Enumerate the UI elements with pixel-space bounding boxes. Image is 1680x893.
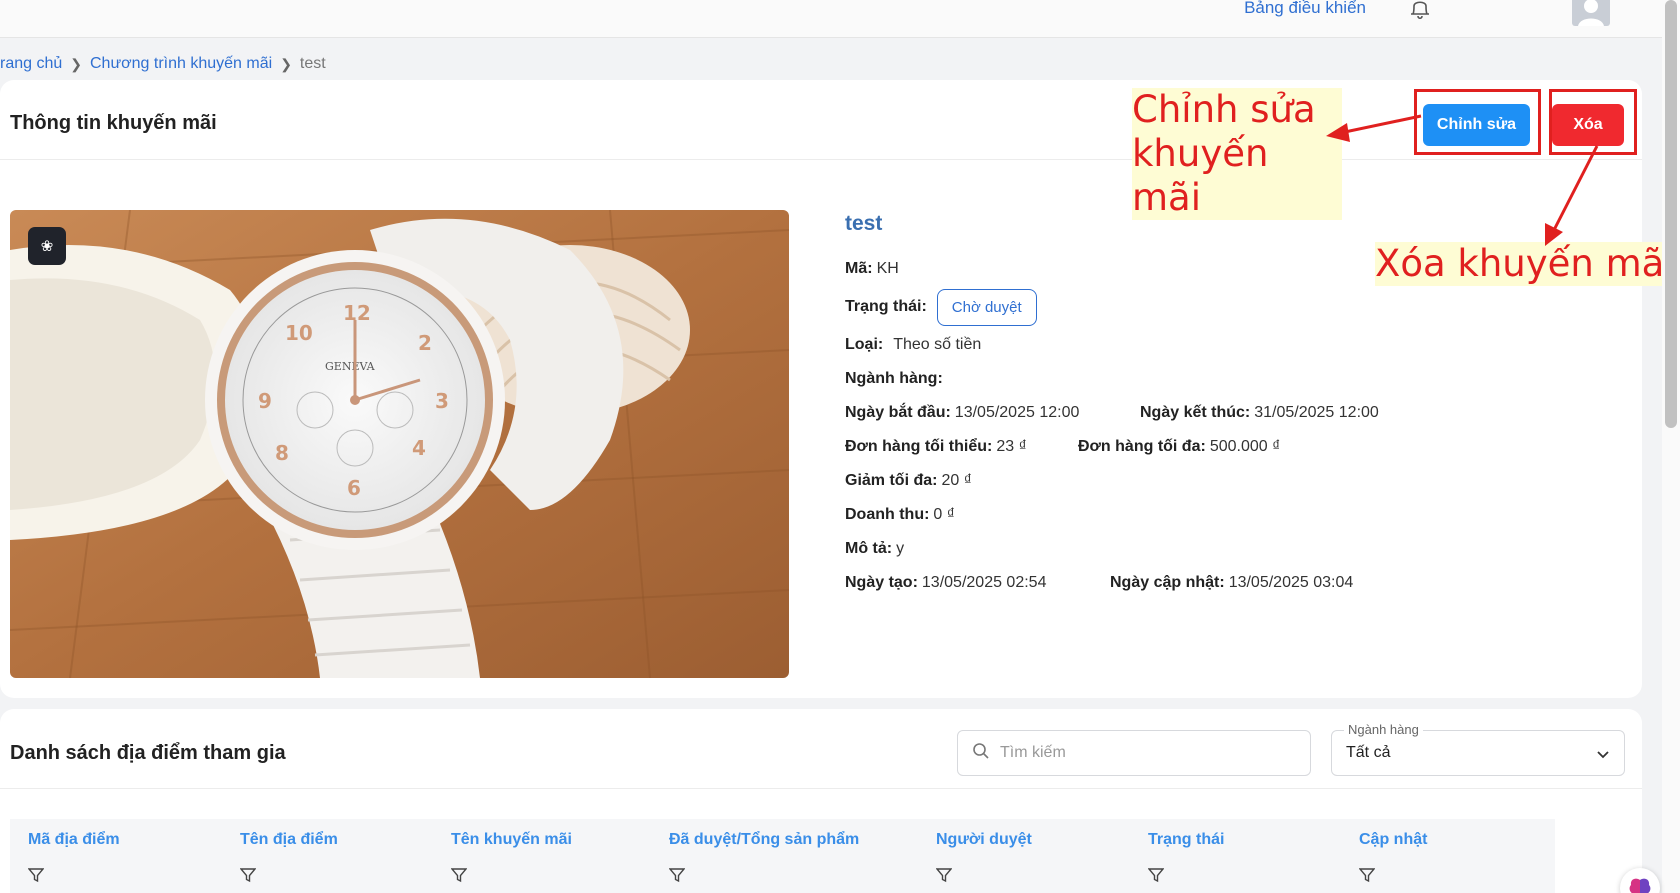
column-location-name: Tên địa điểm — [239, 831, 338, 888]
card-header: Thông tin khuyến mãi Chỉnh sửa Xóa — [0, 80, 1642, 160]
top-bar: Bảng điều khiển — [0, 0, 1662, 38]
edit-highlight-box — [1414, 89, 1541, 155]
svg-text:8: 8 — [275, 441, 289, 465]
page-scrollbar[interactable] — [1662, 0, 1680, 893]
column-approver: Người duyệt — [935, 831, 1032, 888]
breadcrumb-current: test — [299, 55, 326, 72]
edit-annotation: Chỉnh sửa khuyến mãi — [1132, 88, 1342, 220]
product-image: 12 3 6 9 10 2 4 8 GENEVA ❀ — [10, 210, 789, 678]
status-badge: Chờ duyệt — [936, 288, 1037, 326]
list-header: Danh sách địa điểm tham gia Ngành hàng T… — [0, 709, 1642, 789]
filter-icon[interactable] — [239, 867, 338, 888]
code-value: KH — [876, 260, 899, 277]
svg-text:6: 6 — [347, 476, 361, 500]
bell-icon[interactable] — [1408, 0, 1432, 25]
svg-text:12: 12 — [343, 301, 371, 325]
date-row: Ngày bắt đầu: 13/05/2025 12:00 Ngày kết t… — [845, 396, 1625, 430]
image-ai-icon[interactable]: ❀ — [28, 227, 66, 265]
column-location-code: Mã địa điểm — [27, 831, 120, 888]
table-header: Mã địa điểm Tên địa điểm Tên khuyến mãi … — [10, 819, 1555, 893]
updated-value: 13/05/2025 03:04 — [1228, 574, 1354, 591]
column-label: Cập nhật — [1359, 831, 1428, 848]
created-value: 13/05/2025 02:54 — [921, 574, 1047, 591]
type-value: Theo số tiền — [893, 336, 982, 353]
order-row: Đơn hàng tối thiểu: 23 ₫ Đơn hàng tối đa:… — [845, 430, 1625, 464]
search-icon — [972, 742, 990, 765]
avatar[interactable] — [1572, 0, 1610, 26]
code-label: Mã: — [845, 260, 873, 277]
svg-text:2: 2 — [418, 331, 432, 355]
delete-highlight-box — [1549, 89, 1637, 155]
start-label: Ngày bắt đầu: — [845, 404, 951, 421]
filter-icon[interactable] — [1147, 867, 1224, 888]
chevron-down-icon — [1596, 747, 1610, 765]
industry-row: Ngành hàng: — [845, 362, 1625, 396]
column-promotion-name: Tên khuyến mãi — [450, 831, 572, 888]
column-label: Đã duyệt/Tổng sản phẩm — [669, 831, 860, 848]
description-row: Mô tả: y — [845, 532, 1625, 566]
delete-annotation: Xóa khuyến mãi — [1375, 242, 1675, 286]
industry-label: Ngành hàng: — [845, 370, 943, 387]
max-discount-row: Giảm tối đa: 20 ₫ — [845, 464, 1625, 498]
industry-select-label: Ngành hàng — [1344, 722, 1423, 737]
column-label: Tên khuyến mãi — [451, 831, 572, 848]
column-status: Trạng thái — [1147, 831, 1225, 888]
dashboard-link[interactable]: Bảng điều khiển — [1244, 0, 1366, 16]
min-order-label: Đơn hàng tối thiểu: — [845, 438, 993, 455]
description-label: Mô tả: — [845, 540, 893, 557]
revenue-value: 0 ₫ — [933, 506, 955, 523]
promotion-info-card: Thông tin khuyến mãi Chỉnh sửa Xóa 12 3 … — [0, 80, 1642, 698]
revenue-row: Doanh thu: 0 ₫ — [845, 498, 1625, 532]
start-value: 13/05/2025 12:00 — [954, 404, 1080, 421]
revenue-label: Doanh thu: — [845, 506, 930, 523]
type-row: Loại: Theo số tiền — [845, 328, 1625, 362]
column-approved-total: Đã duyệt/Tổng sản phẩm — [668, 831, 860, 888]
min-order-value: 23 ₫ — [996, 438, 1027, 455]
filter-icon[interactable] — [1358, 867, 1427, 888]
chevron-right-icon: ❯ — [70, 55, 82, 72]
breadcrumb-home[interactable]: rang chủ — [0, 55, 62, 73]
card-title: Thông tin khuyến mãi — [10, 112, 217, 134]
list-title: Danh sách địa điểm tham gia — [10, 742, 286, 764]
column-label: Người duyệt — [936, 831, 1032, 848]
svg-text:4: 4 — [412, 436, 426, 460]
column-updated: Cập nhật — [1358, 831, 1428, 888]
industry-select-value: Tất cả — [1346, 744, 1391, 761]
max-discount-value: 20 ₫ — [941, 472, 972, 489]
column-label: Trạng thái — [1148, 831, 1225, 848]
scrollbar-thumb[interactable] — [1665, 0, 1677, 428]
end-value: 31/05/2025 12:00 — [1254, 404, 1379, 421]
search-input[interactable] — [1000, 744, 1280, 762]
edit-annotation-line2: khuyến mãi — [1132, 132, 1269, 219]
column-label: Tên địa điểm — [240, 831, 338, 848]
status-row: Trạng thái: Chờ duyệt — [845, 286, 1625, 328]
participating-locations-card: Danh sách địa điểm tham gia Ngành hàng T… — [0, 709, 1642, 893]
max-order-label: Đơn hàng tối đa: — [1078, 438, 1206, 455]
svg-text:3: 3 — [435, 389, 449, 413]
industry-select[interactable]: Ngành hàng Tất cả — [1331, 722, 1625, 776]
svg-text:10: 10 — [285, 321, 313, 345]
svg-text:9: 9 — [258, 389, 272, 413]
max-order-value: 500.000 ₫ — [1209, 438, 1281, 455]
end-label: Ngày kết thúc: — [1140, 404, 1251, 421]
filter-icon[interactable] — [450, 867, 572, 888]
filter-icon[interactable] — [935, 867, 1032, 888]
column-label: Mã địa điểm — [28, 831, 120, 848]
timestamps-row: Ngày tạo: 13/05/2025 02:54 Ngày cập nhật:… — [845, 566, 1625, 600]
breadcrumb-promotions[interactable]: Chương trình khuyến mãi — [90, 55, 272, 73]
svg-text:GENEVA: GENEVA — [325, 360, 376, 373]
breadcrumb: rang chủ ❯ Chương trình khuyến mãi ❯ tes… — [0, 55, 326, 73]
search-box — [957, 730, 1311, 776]
status-label: Trạng thái: — [845, 298, 927, 315]
updated-label: Ngày cập nhật: — [1110, 574, 1225, 591]
filter-icon[interactable] — [668, 867, 859, 888]
edit-annotation-line1: Chỉnh sửa — [1132, 88, 1316, 131]
max-discount-label: Giảm tối đa: — [845, 472, 938, 489]
created-label: Ngày tạo: — [845, 574, 918, 591]
description-value: y — [896, 540, 905, 557]
chevron-right-icon: ❯ — [280, 55, 292, 72]
filter-icon[interactable] — [27, 867, 120, 888]
type-label: Loại: — [845, 336, 884, 353]
